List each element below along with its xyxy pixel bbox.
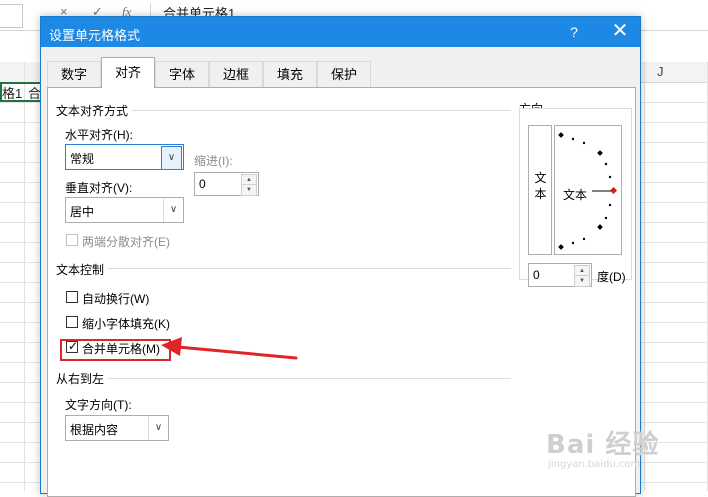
column-separator bbox=[24, 62, 25, 491]
help-button[interactable]: ? bbox=[557, 17, 591, 47]
wrap-text-checkbox[interactable] bbox=[66, 291, 78, 303]
annotation-highlight-box bbox=[60, 339, 171, 361]
indent-spinner[interactable]: 0 ▲ ▼ bbox=[194, 172, 259, 196]
group-line bbox=[56, 378, 511, 379]
tab-number[interactable]: 数字 bbox=[47, 61, 101, 87]
close-button[interactable]: ✕ bbox=[601, 17, 639, 47]
tab-fill[interactable]: 填充 bbox=[263, 61, 317, 87]
format-cells-dialog: 设置单元格格式 ? ✕ 数字 对齐 字体 边框 填充 保护 文本对齐方式 水平对… bbox=[40, 16, 641, 497]
degrees-value: 0 bbox=[533, 268, 540, 282]
dialog-title: 设置单元格格式 bbox=[49, 28, 141, 43]
degrees-spinner[interactable]: 0 ▲ ▼ bbox=[528, 263, 592, 287]
dialog-titlebar[interactable]: 设置单元格格式 ? ✕ bbox=[41, 17, 640, 47]
chevron-down-icon[interactable]: ∨ bbox=[163, 198, 183, 222]
watermark-main: Bai 经验 bbox=[546, 430, 660, 460]
tab-protection[interactable]: 保护 bbox=[317, 61, 371, 87]
horizontal-align-select[interactable]: 常规 ∨ bbox=[65, 144, 184, 170]
chevron-down-icon[interactable]: ∨ bbox=[161, 146, 182, 170]
vertical-text-label: 文本 bbox=[534, 171, 547, 201]
tab-border[interactable]: 边框 bbox=[209, 61, 263, 87]
chevron-down-icon[interactable]: ∨ bbox=[148, 416, 168, 440]
orientation-dial[interactable]: 文本 bbox=[554, 125, 622, 255]
justify-distributed-label: 两端分散对齐(E) bbox=[82, 235, 170, 249]
rtl-group-label: 从右到左 bbox=[56, 370, 109, 387]
horizontal-align-value: 常规 bbox=[70, 152, 95, 166]
text-direction-label: 文字方向(T): bbox=[65, 398, 132, 412]
indent-value: 0 bbox=[199, 177, 206, 191]
orientation-dial-marks bbox=[558, 132, 618, 250]
orientation-box: 文本 文本 0 ▲ ▼ 度(D) bbox=[519, 108, 632, 287]
shrink-to-fit-label: 缩小字体填充(K) bbox=[82, 317, 170, 331]
spin-down-icon[interactable]: ▼ bbox=[574, 275, 590, 287]
text-control-group-label: 文本控制 bbox=[56, 261, 109, 278]
name-box[interactable] bbox=[0, 4, 23, 28]
text-alignment-group-label: 文本对齐方式 bbox=[56, 102, 133, 119]
group-line bbox=[56, 268, 511, 269]
text-direction-select[interactable]: 根据内容 ∨ bbox=[65, 415, 169, 441]
justify-distributed-checkbox[interactable] bbox=[66, 234, 78, 246]
spin-down-icon[interactable]: ▼ bbox=[241, 184, 257, 196]
tab-font[interactable]: 字体 bbox=[155, 61, 209, 87]
baidu-watermark: Bai 经验 jingyan.baidu.com bbox=[546, 424, 659, 470]
vertical-align-value: 居中 bbox=[70, 205, 95, 219]
tab-alignment[interactable]: 对齐 bbox=[101, 57, 155, 88]
indent-label: 缩进(I): bbox=[194, 154, 233, 168]
shrink-to-fit-checkbox[interactable] bbox=[66, 316, 78, 328]
vertical-text-button[interactable]: 文本 bbox=[528, 125, 552, 255]
vertical-align-label: 垂直对齐(V): bbox=[65, 181, 133, 195]
horizontal-align-label: 水平对齐(H): bbox=[65, 128, 133, 142]
text-direction-value: 根据内容 bbox=[70, 423, 119, 437]
cell-text[interactable]: 格1 bbox=[2, 83, 22, 102]
column-letter-j[interactable]: J bbox=[657, 64, 664, 79]
wrap-text-label: 自动换行(W) bbox=[82, 292, 150, 306]
vertical-align-select[interactable]: 居中 ∨ bbox=[65, 197, 184, 223]
degrees-label: 度(D) bbox=[597, 270, 626, 284]
